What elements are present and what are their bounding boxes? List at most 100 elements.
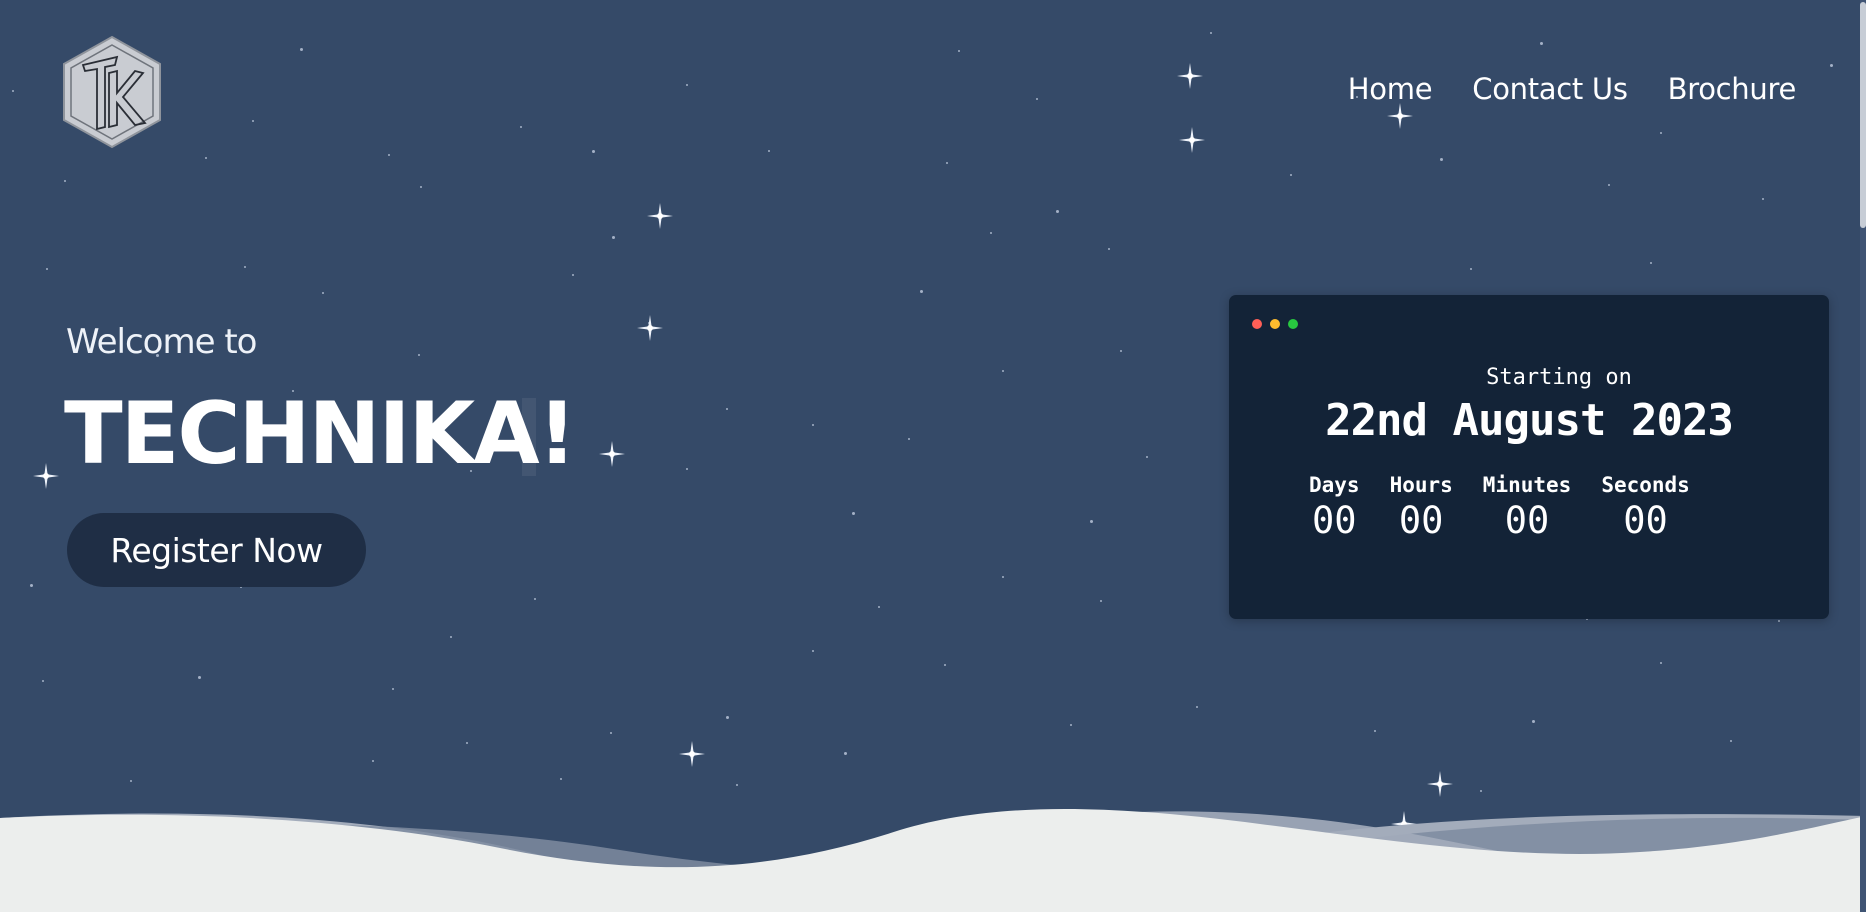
sparkle-star-icon	[679, 741, 705, 767]
star-dot	[812, 424, 814, 426]
star-dot	[1374, 730, 1376, 732]
star-dot	[686, 468, 688, 470]
typing-cursor	[522, 398, 536, 476]
window-controls	[1252, 319, 1298, 329]
seconds-unit: Seconds 00	[1601, 473, 1690, 542]
star-dot	[1650, 262, 1652, 264]
star-dot	[686, 84, 688, 86]
star-dot	[1070, 724, 1072, 726]
seconds-label: Seconds	[1601, 473, 1690, 497]
seconds-value: 00	[1623, 499, 1668, 542]
star-dot	[1540, 42, 1543, 45]
star-dot	[1090, 520, 1093, 523]
star-dot	[1532, 720, 1535, 723]
star-dot	[1146, 456, 1148, 458]
ground-waves	[0, 800, 1866, 912]
star-dot	[592, 150, 595, 153]
maximize-dot-icon	[1288, 319, 1298, 329]
sparkle-star-icon	[33, 463, 59, 489]
star-dot	[1002, 576, 1004, 578]
hours-value: 00	[1398, 499, 1444, 542]
star-dot	[1470, 268, 1472, 270]
star-dot	[252, 120, 254, 122]
star-dot	[388, 154, 390, 156]
star-dot	[466, 742, 468, 744]
days-value: 00	[1312, 499, 1357, 542]
star-dot	[1660, 662, 1662, 664]
star-dot	[726, 408, 728, 410]
star-dot	[1108, 248, 1110, 250]
star-dot	[844, 752, 847, 755]
star-dot	[392, 688, 394, 690]
star-dot	[42, 680, 44, 682]
sparkle-star-icon	[647, 203, 673, 229]
tk-logo-icon[interactable]	[61, 35, 163, 149]
star-dot	[1002, 370, 1004, 372]
star-dot	[130, 780, 132, 782]
sparkle-star-icon	[637, 315, 663, 341]
star-dot	[1480, 790, 1482, 792]
star-dot	[30, 584, 33, 587]
star-dot	[560, 778, 562, 780]
starting-on-label: Starting on	[1486, 365, 1632, 390]
hours-unit: Hours 00	[1390, 473, 1453, 542]
star-dot	[300, 48, 303, 51]
star-dot	[1290, 174, 1292, 176]
star-dot	[1830, 64, 1833, 67]
star-dot	[612, 236, 615, 239]
nav-brochure-link[interactable]: Brochure	[1668, 72, 1797, 106]
star-dot	[908, 438, 910, 440]
star-dot	[736, 784, 738, 786]
nav-contact-link[interactable]: Contact Us	[1472, 72, 1628, 106]
star-dot	[852, 512, 855, 515]
star-dot	[1210, 32, 1212, 34]
star-dot	[1762, 198, 1764, 200]
star-dot	[420, 186, 422, 188]
star-dot	[1660, 132, 1662, 134]
minutes-label: Minutes	[1482, 473, 1572, 497]
event-date: 22nd August 2023	[1325, 395, 1734, 446]
star-dot	[1196, 706, 1198, 708]
star-dot	[920, 290, 923, 293]
hero-section: Home Contact Us Brochure Welcome to TECH…	[0, 0, 1866, 912]
sparkle-star-icon	[1427, 771, 1453, 797]
star-dot	[878, 606, 880, 608]
star-dot	[450, 636, 452, 638]
star-dot	[812, 650, 814, 652]
star-dot	[534, 598, 536, 600]
sparkle-star-icon	[1177, 63, 1203, 89]
countdown-card: Starting on 22nd August 2023 Days 00 Hou…	[1229, 295, 1829, 619]
star-dot	[944, 664, 946, 666]
scrollbar-thumb[interactable]	[1860, 2, 1866, 228]
star-dot	[205, 157, 207, 159]
star-dot	[64, 180, 66, 182]
star-dot	[572, 274, 574, 276]
star-dot	[1056, 210, 1059, 213]
star-dot	[1440, 158, 1443, 161]
star-dot	[1192, 140, 1194, 142]
star-dot	[1730, 740, 1732, 742]
countdown-units: Days 00 Hours 00 Minutes 00 Seconds 00	[1309, 473, 1690, 542]
star-dot	[372, 760, 374, 762]
event-title: TECHNIKA!	[64, 384, 577, 484]
star-dot	[46, 268, 48, 270]
star-dot	[418, 354, 420, 356]
welcome-text: Welcome to	[66, 322, 257, 362]
star-dot	[198, 676, 201, 679]
star-dot	[1100, 600, 1102, 602]
days-unit: Days 00	[1309, 473, 1360, 542]
star-dot	[958, 50, 960, 52]
star-dot	[726, 716, 729, 719]
days-label: Days	[1309, 473, 1360, 497]
star-dot	[12, 90, 14, 92]
hours-label: Hours	[1389, 473, 1453, 497]
star-dot	[1778, 620, 1780, 622]
star-dot	[520, 126, 522, 128]
minutes-value: 00	[1504, 499, 1550, 542]
page-scrollbar[interactable]	[1860, 0, 1866, 912]
star-dot	[244, 266, 246, 268]
sparkle-star-icon	[599, 441, 625, 467]
star-dot	[990, 232, 992, 234]
register-button[interactable]: Register Now	[67, 513, 366, 587]
nav-home-link[interactable]: Home	[1348, 72, 1433, 106]
